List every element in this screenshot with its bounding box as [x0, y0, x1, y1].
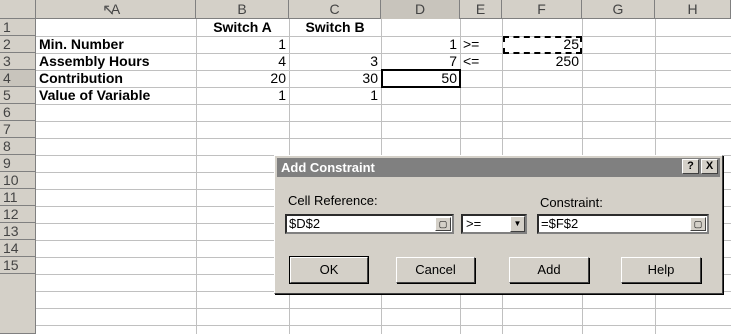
cell-b3[interactable]: 4: [196, 53, 289, 70]
ok-button[interactable]: OK: [289, 256, 369, 284]
column-header-h[interactable]: H: [655, 0, 731, 19]
help-icon[interactable]: ?: [682, 159, 699, 174]
column-header-c[interactable]: C: [289, 0, 381, 19]
cell-e2[interactable]: >=: [460, 36, 502, 53]
cell-c5[interactable]: 1: [289, 87, 381, 104]
constraint-label: Constraint:: [540, 195, 603, 210]
row-header-12[interactable]: 12: [0, 206, 36, 223]
row-header-15[interactable]: 15: [0, 257, 36, 274]
cancel-button[interactable]: Cancel: [396, 257, 475, 283]
active-cell-border: [381, 69, 461, 88]
column-header-d[interactable]: D: [381, 0, 460, 19]
row-header-2[interactable]: 2: [0, 36, 36, 53]
dialog-title: Add Constraint: [281, 160, 375, 175]
row-header-6[interactable]: 6: [0, 104, 36, 121]
row-header-9[interactable]: 9: [0, 155, 36, 172]
row-header-8[interactable]: 8: [0, 138, 36, 155]
cell-c4[interactable]: 30: [289, 70, 381, 87]
cell-b5[interactable]: 1: [196, 87, 289, 104]
help-button[interactable]: Help: [621, 257, 701, 283]
column-header-e[interactable]: E: [460, 0, 502, 19]
operator-value: >=: [466, 216, 482, 231]
add-constraint-dialog: Add Constraint ? X Cell Reference: $D$2 …: [274, 155, 723, 294]
column-header-g[interactable]: G: [582, 0, 655, 19]
row-header-4[interactable]: 4: [0, 70, 36, 87]
row-header-3[interactable]: 3: [0, 53, 36, 70]
range-select-icon[interactable]: ▢: [690, 217, 706, 231]
cell-f3[interactable]: 250: [502, 53, 582, 70]
copy-marquee: [503, 36, 582, 54]
cell-a5[interactable]: Value of Variable: [36, 87, 196, 104]
cell-e3[interactable]: <=: [460, 53, 502, 70]
row-header-1[interactable]: 1: [0, 19, 36, 36]
cell-c1[interactable]: Switch B: [289, 19, 381, 36]
add-button[interactable]: Add: [509, 257, 589, 283]
gridline: [36, 121, 731, 122]
close-icon[interactable]: X: [701, 159, 718, 174]
constraint-field[interactable]: =$F$2 ▢: [537, 214, 709, 234]
row-header-14[interactable]: 14: [0, 240, 36, 257]
row-header-11[interactable]: 11: [0, 189, 36, 206]
column-header-b[interactable]: B: [196, 0, 289, 19]
constraint-value: =$F$2: [541, 216, 579, 231]
row-header-10[interactable]: 10: [0, 172, 36, 189]
cell-reference-value: $D$2: [289, 216, 321, 231]
row-header-13[interactable]: 13: [0, 223, 36, 240]
cell-b2[interactable]: 1: [196, 36, 289, 53]
gridline: [36, 325, 731, 326]
cell-reference-field[interactable]: $D$2 ▢: [285, 214, 454, 234]
row-header-7[interactable]: 7: [0, 121, 36, 138]
dialog-title-bar[interactable]: Add Constraint: [277, 158, 720, 177]
row-header-filler: [0, 274, 36, 334]
operator-select[interactable]: >= ▼: [461, 214, 527, 234]
gridline: [36, 308, 731, 309]
cell-a3[interactable]: Assembly Hours: [36, 53, 196, 70]
cell-d3[interactable]: 7: [381, 53, 460, 70]
dropdown-arrow-icon[interactable]: ▼: [510, 216, 525, 232]
cell-a4[interactable]: Contribution: [36, 70, 196, 87]
cell-b1[interactable]: Switch A: [196, 19, 289, 36]
gridline: [36, 138, 731, 139]
cell-b4[interactable]: 20: [196, 70, 289, 87]
mouse-cursor-icon: ↖: [102, 2, 116, 19]
row-header-5[interactable]: 5: [0, 87, 36, 104]
gridline: [36, 104, 731, 105]
range-select-icon[interactable]: ▢: [435, 217, 451, 231]
cell-d2[interactable]: 1: [381, 36, 460, 53]
column-header-a[interactable]: A: [36, 0, 196, 19]
cell-a2[interactable]: Min. Number: [36, 36, 196, 53]
column-header-f[interactable]: F: [502, 0, 582, 19]
cell-c3[interactable]: 3: [289, 53, 381, 70]
cell-reference-label: Cell Reference:: [288, 193, 378, 208]
select-all-corner[interactable]: [0, 0, 36, 19]
